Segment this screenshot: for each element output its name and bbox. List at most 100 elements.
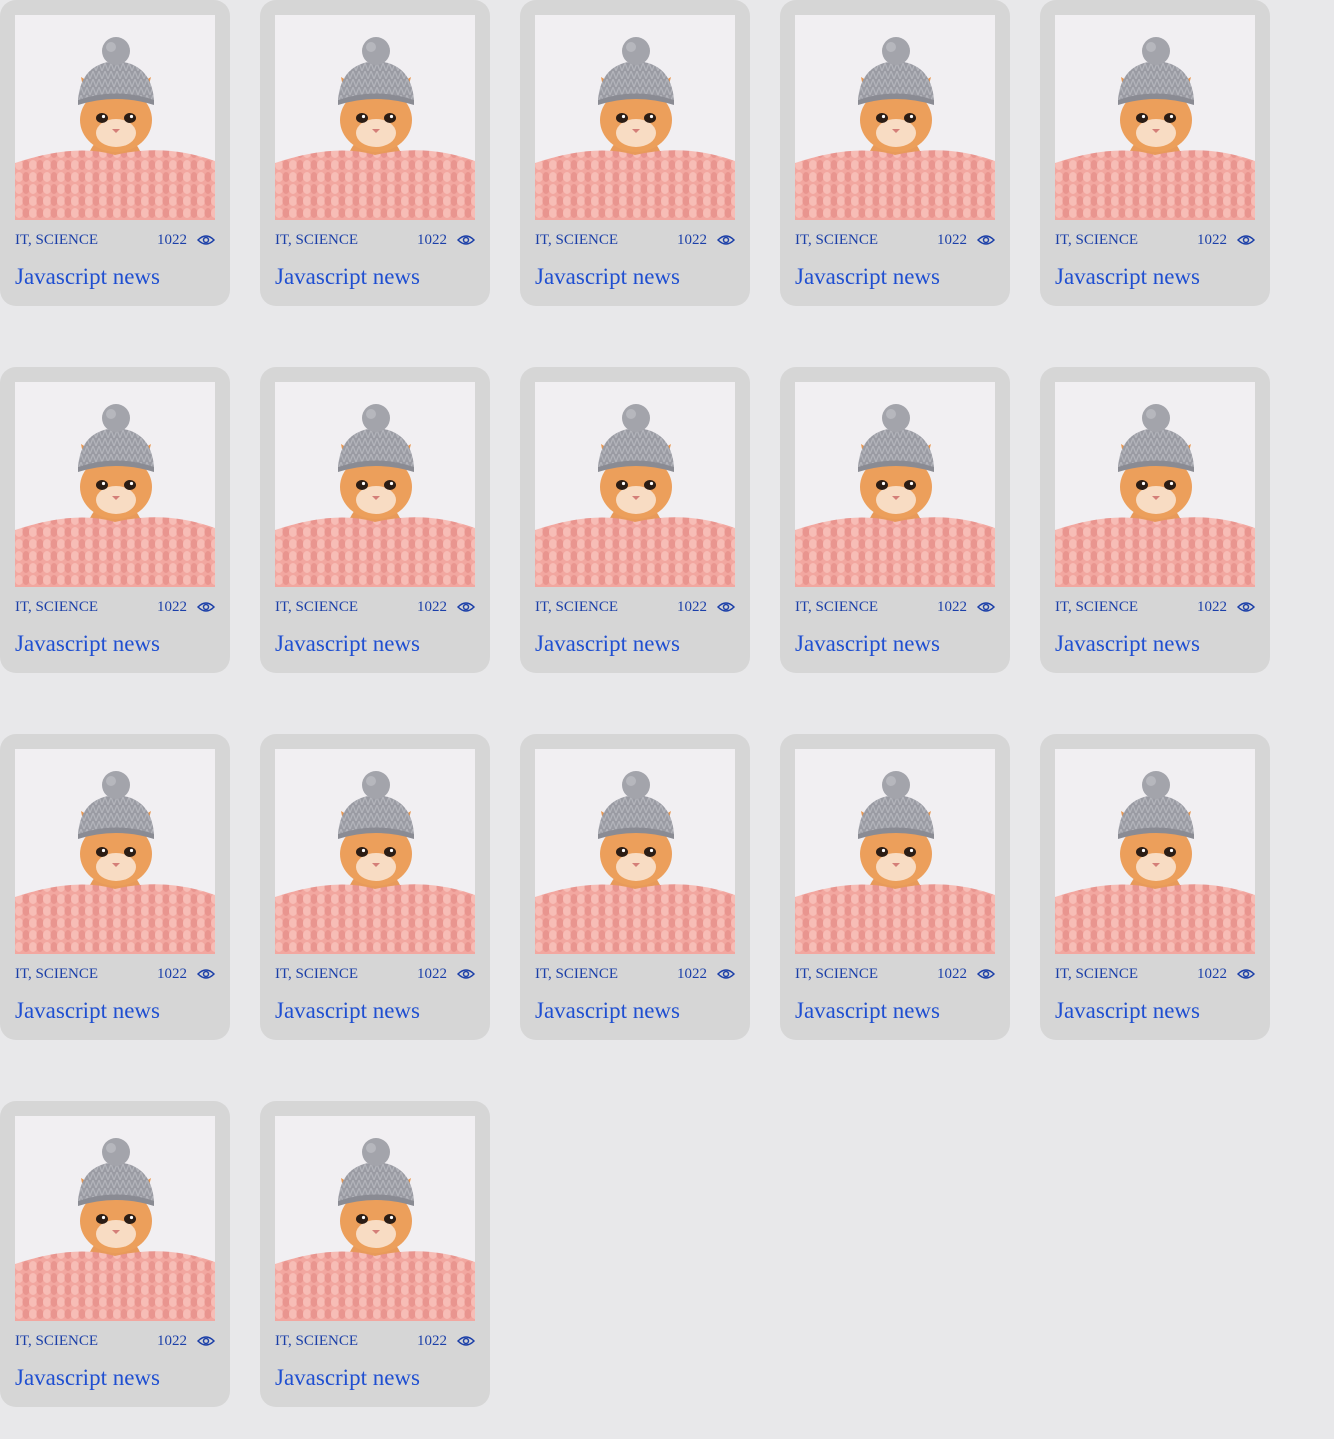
news-card-title[interactable]: Javascript news — [1055, 998, 1255, 1024]
category-label: IT, SCIENCE — [795, 231, 879, 248]
view-count: 1022 — [157, 965, 187, 982]
news-card-title[interactable]: Javascript news — [275, 1365, 475, 1391]
news-card-image[interactable] — [15, 15, 215, 220]
news-card-meta: IT, SCIENCE 1022 — [275, 1333, 475, 1349]
view-count: 1022 — [937, 598, 967, 615]
view-count: 1022 — [417, 598, 447, 615]
category-label: IT, SCIENCE — [275, 231, 359, 248]
view-count: 1022 — [677, 231, 707, 248]
news-card-meta: IT, SCIENCE 1022 — [795, 966, 995, 982]
news-card-image[interactable] — [275, 749, 475, 954]
eye-icon — [197, 1336, 215, 1346]
view-count: 1022 — [1197, 231, 1227, 248]
news-card-image[interactable] — [795, 15, 995, 220]
news-card-meta: IT, SCIENCE 1022 — [15, 599, 215, 615]
category-label: IT, SCIENCE — [1055, 231, 1139, 248]
eye-icon — [197, 602, 215, 612]
news-card[interactable]: IT, SCIENCE 1022 Javascript news — [260, 367, 490, 673]
category-label: IT, SCIENCE — [275, 1332, 359, 1349]
news-card-meta: IT, SCIENCE 1022 — [1055, 232, 1255, 248]
news-card[interactable]: IT, SCIENCE 1022 Javascript news — [780, 0, 1010, 306]
eye-icon — [457, 1336, 475, 1346]
news-card[interactable]: IT, SCIENCE 1022 Javascript news — [520, 367, 750, 673]
category-label: IT, SCIENCE — [535, 598, 619, 615]
news-card[interactable]: IT, SCIENCE 1022 Javascript news — [520, 0, 750, 306]
news-card-image[interactable] — [535, 749, 735, 954]
news-card[interactable]: IT, SCIENCE 1022 Javascript news — [260, 734, 490, 1040]
news-card-title[interactable]: Javascript news — [535, 631, 735, 657]
view-count: 1022 — [1197, 598, 1227, 615]
eye-icon — [457, 235, 475, 245]
view-count: 1022 — [417, 965, 447, 982]
category-label: IT, SCIENCE — [15, 1332, 99, 1349]
news-card[interactable]: IT, SCIENCE 1022 Javascript news — [0, 734, 230, 1040]
news-card-meta: IT, SCIENCE 1022 — [275, 232, 475, 248]
news-card[interactable]: IT, SCIENCE 1022 Javascript news — [260, 0, 490, 306]
news-card[interactable]: IT, SCIENCE 1022 Javascript news — [260, 1101, 490, 1407]
news-card[interactable]: IT, SCIENCE 1022 Javascript news — [520, 734, 750, 1040]
news-card-image[interactable] — [795, 749, 995, 954]
news-card-image[interactable] — [1055, 15, 1255, 220]
news-card[interactable]: IT, SCIENCE 1022 Javascript news — [780, 734, 1010, 1040]
news-card-image[interactable] — [1055, 382, 1255, 587]
news-card[interactable]: IT, SCIENCE 1022 Javascript news — [0, 367, 230, 673]
category-label: IT, SCIENCE — [275, 598, 359, 615]
news-card-image[interactable] — [15, 749, 215, 954]
category-label: IT, SCIENCE — [15, 965, 99, 982]
news-card[interactable]: IT, SCIENCE 1022 Javascript news — [0, 0, 230, 306]
news-card-title[interactable]: Javascript news — [275, 264, 475, 290]
eye-icon — [717, 602, 735, 612]
view-count: 1022 — [417, 1332, 447, 1349]
news-card-title[interactable]: Javascript news — [1055, 631, 1255, 657]
news-card-title[interactable]: Javascript news — [795, 998, 995, 1024]
eye-icon — [1237, 235, 1255, 245]
category-label: IT, SCIENCE — [1055, 598, 1139, 615]
eye-icon — [197, 969, 215, 979]
news-card-image[interactable] — [535, 15, 735, 220]
news-card-image[interactable] — [535, 382, 735, 587]
news-card-meta: IT, SCIENCE 1022 — [15, 966, 215, 982]
news-card-image[interactable] — [15, 382, 215, 587]
news-card-title[interactable]: Javascript news — [15, 1365, 215, 1391]
category-label: IT, SCIENCE — [535, 231, 619, 248]
eye-icon — [977, 235, 995, 245]
news-card-title[interactable]: Javascript news — [535, 264, 735, 290]
category-label: IT, SCIENCE — [795, 965, 879, 982]
view-count: 1022 — [1197, 965, 1227, 982]
view-count: 1022 — [677, 598, 707, 615]
news-card[interactable]: IT, SCIENCE 1022 Javascript news — [1040, 0, 1270, 306]
category-label: IT, SCIENCE — [275, 965, 359, 982]
news-card-title[interactable]: Javascript news — [15, 264, 215, 290]
eye-icon — [1237, 969, 1255, 979]
eye-icon — [457, 602, 475, 612]
news-card-image[interactable] — [275, 1116, 475, 1321]
category-label: IT, SCIENCE — [1055, 965, 1139, 982]
news-card-image[interactable] — [275, 15, 475, 220]
news-card-title[interactable]: Javascript news — [15, 998, 215, 1024]
news-card[interactable]: IT, SCIENCE 1022 Javascript news — [780, 367, 1010, 673]
news-card-title[interactable]: Javascript news — [535, 998, 735, 1024]
news-card[interactable]: IT, SCIENCE 1022 Javascript news — [1040, 734, 1270, 1040]
news-card[interactable]: IT, SCIENCE 1022 Javascript news — [0, 1101, 230, 1407]
news-card-meta: IT, SCIENCE 1022 — [535, 232, 735, 248]
view-count: 1022 — [157, 231, 187, 248]
news-card-title[interactable]: Javascript news — [795, 631, 995, 657]
news-card[interactable]: IT, SCIENCE 1022 Javascript news — [1040, 367, 1270, 673]
news-card-title[interactable]: Javascript news — [275, 998, 475, 1024]
news-card-image[interactable] — [795, 382, 995, 587]
eye-icon — [197, 235, 215, 245]
news-card-image[interactable] — [15, 1116, 215, 1321]
news-card-meta: IT, SCIENCE 1022 — [275, 966, 475, 982]
news-card-title[interactable]: Javascript news — [1055, 264, 1255, 290]
news-card-title[interactable]: Javascript news — [795, 264, 995, 290]
eye-icon — [457, 969, 475, 979]
news-card-meta: IT, SCIENCE 1022 — [15, 232, 215, 248]
news-card-meta: IT, SCIENCE 1022 — [1055, 966, 1255, 982]
news-card-image[interactable] — [1055, 749, 1255, 954]
news-card-meta: IT, SCIENCE 1022 — [275, 599, 475, 615]
news-card-title[interactable]: Javascript news — [15, 631, 215, 657]
view-count: 1022 — [937, 231, 967, 248]
news-card-image[interactable] — [275, 382, 475, 587]
news-card-title[interactable]: Javascript news — [275, 631, 475, 657]
view-count: 1022 — [417, 231, 447, 248]
